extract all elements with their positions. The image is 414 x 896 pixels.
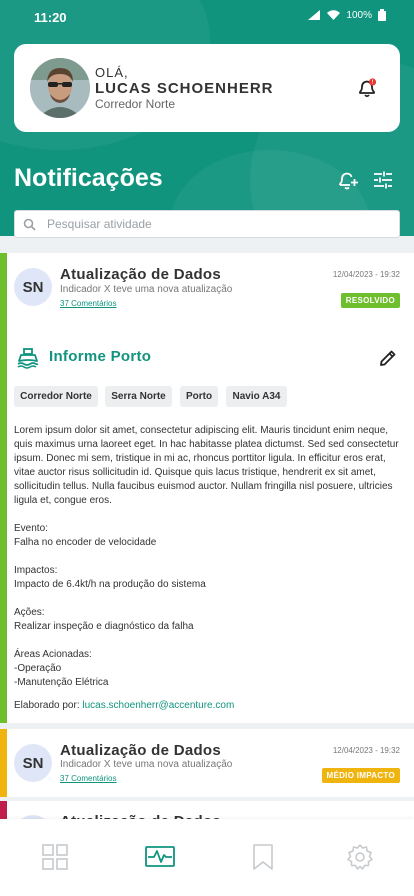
comments-link[interactable]: 37 Comentários bbox=[60, 774, 116, 783]
avatar-initials: SN bbox=[14, 268, 52, 306]
impacts-label: Impactos: bbox=[14, 565, 58, 576]
status-badge: RESOLVIDO bbox=[340, 293, 400, 308]
author-label: Elaborado por: bbox=[14, 700, 80, 711]
search-icon bbox=[23, 218, 36, 231]
impacts-value: Impacto de 6.4kt/h na produção do sistem… bbox=[14, 579, 206, 590]
report-intro: Lorem ipsum dolor sit amet, consectetur … bbox=[14, 425, 399, 506]
avatar-initials: SN bbox=[14, 744, 52, 782]
card-subtitle: Indicador X teve uma nova atualização bbox=[60, 759, 233, 770]
user-name: LUCAS SCHOENHERR bbox=[95, 80, 274, 97]
author-line: Elaborado por: lucas.schoenherr@accentur… bbox=[14, 700, 234, 711]
user-role: Corredor Norte bbox=[95, 97, 176, 111]
profile-card: OLÁ, LUCAS SCHOENHERR Corredor Norte ! bbox=[14, 44, 400, 132]
bell-notification-icon[interactable]: ! bbox=[356, 77, 378, 99]
card-title: Atualização de Dados bbox=[60, 742, 222, 759]
add-notification-icon[interactable] bbox=[337, 169, 359, 191]
author-email-link[interactable]: lucas.schoenherr@accenture.com bbox=[82, 700, 234, 711]
bookmark-icon[interactable] bbox=[249, 843, 277, 871]
battery-icon bbox=[378, 9, 386, 21]
avatar[interactable] bbox=[30, 58, 90, 118]
card-title: Atualização de Dados bbox=[60, 266, 222, 283]
filter-sliders-icon[interactable] bbox=[372, 169, 394, 191]
tag-chip[interactable]: Corredor Norte bbox=[14, 386, 98, 407]
card-date: 12/04/2023 - 19:32 bbox=[332, 746, 400, 755]
search-bar[interactable] bbox=[14, 210, 400, 238]
ship-icon bbox=[17, 348, 39, 369]
status-accent-bar bbox=[0, 253, 7, 723]
report-title: Informe Porto bbox=[49, 348, 152, 365]
area-item: -Manutenção Elétrica bbox=[14, 677, 109, 688]
comments-link[interactable]: 37 Comentários bbox=[60, 299, 116, 308]
activity-icon[interactable] bbox=[145, 843, 175, 871]
status-time: 11:20 bbox=[34, 10, 67, 25]
page-title: Notificações bbox=[14, 164, 163, 192]
actions-label: Ações: bbox=[14, 607, 45, 618]
tag-chip[interactable]: Porto bbox=[180, 386, 218, 407]
signal-icon bbox=[308, 10, 321, 20]
wifi-icon bbox=[327, 10, 341, 20]
status-badge: MÉDIO IMPACTO bbox=[321, 768, 400, 783]
card-subtitle: Indicador X teve uma nova atualização bbox=[60, 284, 233, 295]
event-label: Evento: bbox=[14, 523, 48, 534]
areas-label: Áreas Acionadas: bbox=[14, 649, 92, 660]
settings-icon[interactable] bbox=[346, 843, 374, 871]
event-value: Falha no encoder de velocidade bbox=[14, 537, 157, 548]
grid-icon[interactable] bbox=[41, 843, 69, 871]
greeting: OLÁ, bbox=[95, 65, 129, 80]
tag-chip[interactable]: Navio A34 bbox=[226, 386, 287, 407]
search-input[interactable] bbox=[47, 214, 387, 234]
status-accent-bar bbox=[0, 729, 7, 797]
bottom-navigation bbox=[0, 819, 414, 896]
card-date: 12/04/2023 - 19:32 bbox=[332, 270, 400, 279]
area-item: -Operação bbox=[14, 663, 62, 674]
actions-value: Realizar inspeção e diagnóstico da falha bbox=[14, 621, 194, 632]
edit-pencil-icon[interactable] bbox=[378, 348, 398, 368]
battery-percent: 100% bbox=[346, 9, 372, 21]
status-bar: 11:20 100% bbox=[0, 0, 414, 34]
tag-chip[interactable]: Serra Norte bbox=[105, 386, 172, 407]
